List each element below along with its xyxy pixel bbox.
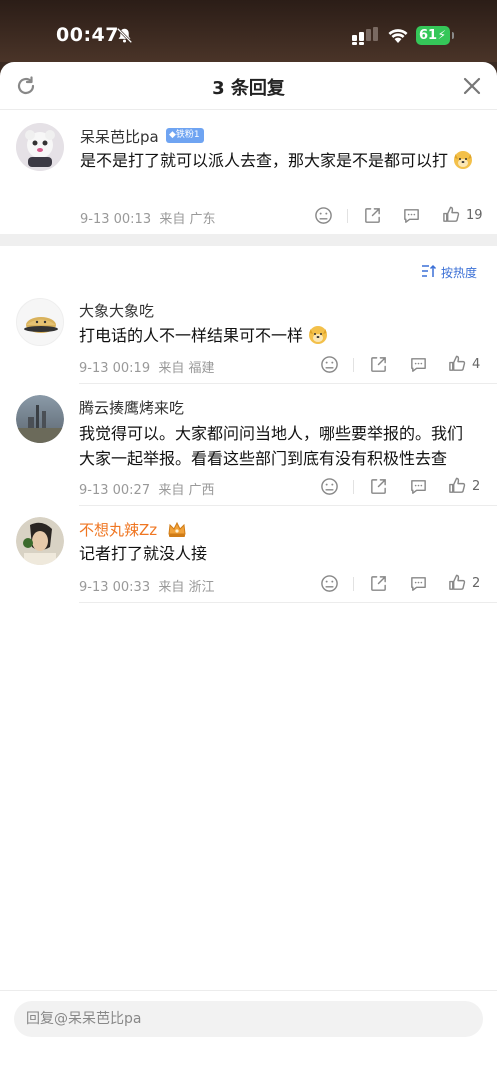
status-bar: 00:47 61 ⚡ <box>0 0 497 62</box>
reply-text: 我觉得可以。大家都问问当地人，哪些要举报的。我们 大家一起举报。看看这些部门到底… <box>79 421 489 471</box>
comment-icon[interactable] <box>402 206 421 225</box>
comment-meta: 9-13 00:13 来自 广东 <box>80 208 216 227</box>
fan-badge: ◆铁粉1 <box>166 128 204 143</box>
divider <box>353 358 354 372</box>
sort-by-hot-button[interactable]: 按热度 <box>421 262 477 280</box>
reply-body: 记者打了就没人接 <box>79 544 208 563</box>
section-divider <box>0 234 497 246</box>
divider <box>353 577 354 591</box>
dislike-face-icon[interactable] <box>320 355 339 374</box>
reply-body-line: 我觉得可以。大家都问问当地人，哪些要举报的。我们 <box>79 424 464 443</box>
reply-meta: 9-13 00:19 来自 福建 <box>79 357 215 376</box>
reply-meta: 9-13 00:33 来自 浙江 <box>79 576 215 595</box>
like-icon[interactable] <box>442 205 461 224</box>
row-divider <box>79 505 497 506</box>
sheet-header: 3 条回复 <box>0 62 497 110</box>
comment-date: 9-13 00:13 <box>80 212 152 227</box>
divider <box>353 480 354 494</box>
sort-label: 按热度 <box>441 266 478 280</box>
like-count: 2 <box>472 576 481 591</box>
share-icon[interactable] <box>369 477 388 496</box>
username[interactable]: 腾云揍鹰烤来吃 <box>79 397 184 418</box>
reply-location: 来自 广西 <box>158 483 215 498</box>
avatar[interactable] <box>16 123 64 171</box>
dislike-face-icon[interactable] <box>320 477 339 496</box>
divider <box>347 209 348 223</box>
diamond-icon: ◆ <box>169 130 176 140</box>
charging-icon: ⚡ <box>437 28 446 42</box>
like-icon[interactable] <box>448 476 467 495</box>
close-icon[interactable] <box>460 74 484 98</box>
status-time: 00:47 <box>56 24 119 46</box>
replies-sheet: 3 条回复 呆呆芭比pa ◆铁粉1 是不是打了就可以派人去查，那大家是不是都可以… <box>0 62 497 1080</box>
avatar[interactable] <box>16 395 64 443</box>
comment-location: 来自 广东 <box>159 212 216 227</box>
comment-body: 是不是打了就可以派人去查，那大家是不是都可以打 <box>80 151 449 170</box>
reply-body-line: 大家一起举报。看看这些部门到底有没有积极性去查 <box>79 449 448 468</box>
comment-icon[interactable] <box>409 355 428 374</box>
share-icon[interactable] <box>363 206 382 225</box>
wifi-icon <box>388 29 408 43</box>
dislike-face-icon[interactable] <box>314 206 333 225</box>
reply-meta: 9-13 00:27 来自 广西 <box>79 479 215 498</box>
avatar[interactable] <box>16 517 64 565</box>
dislike-face-icon[interactable] <box>320 574 339 593</box>
reply-bar <box>0 990 497 1080</box>
bell-off-icon <box>116 27 133 44</box>
battery-level: 61 <box>419 28 438 43</box>
battery-indicator: 61 ⚡ <box>416 26 454 45</box>
sheet-title: 3 条回复 <box>212 78 285 99</box>
reply-date: 9-13 00:33 <box>79 580 151 595</box>
like-count: 19 <box>466 208 483 223</box>
reply-body: 打电话的人不一样结果可不一样 <box>79 326 304 345</box>
share-icon[interactable] <box>369 574 388 593</box>
badge-label: 铁粉1 <box>175 130 200 140</box>
comment-icon[interactable] <box>409 477 428 496</box>
doge-emoji <box>309 326 328 344</box>
reply-date: 9-13 00:19 <box>79 361 151 376</box>
like-icon[interactable] <box>448 573 467 592</box>
reply-text: 打电话的人不一样结果可不一样 <box>79 323 479 348</box>
like-count: 4 <box>472 357 481 372</box>
reply-input[interactable] <box>14 1001 483 1037</box>
username[interactable]: 大象大象吃 <box>79 300 154 321</box>
reply-date: 9-13 00:27 <box>79 483 151 498</box>
username[interactable]: 不想丸辣Zz <box>79 519 157 540</box>
row-divider <box>79 383 497 384</box>
like-count: 2 <box>472 479 481 494</box>
username[interactable]: 呆呆芭比pa <box>80 126 159 147</box>
avatar[interactable] <box>16 298 64 346</box>
share-icon[interactable] <box>369 355 388 374</box>
reply-text: 记者打了就没人接 <box>79 541 479 566</box>
doge-emoji <box>454 151 473 169</box>
comment-text: 是不是打了就可以派人去查，那大家是不是都可以打 <box>80 148 480 173</box>
row-divider <box>79 602 497 603</box>
like-icon[interactable] <box>448 354 467 373</box>
signal-icon <box>352 27 378 45</box>
reply-location: 来自 浙江 <box>158 580 215 595</box>
crown-icon <box>168 521 186 537</box>
sort-icon <box>422 264 437 277</box>
comment-icon[interactable] <box>409 574 428 593</box>
reply-location: 来自 福建 <box>158 361 215 376</box>
